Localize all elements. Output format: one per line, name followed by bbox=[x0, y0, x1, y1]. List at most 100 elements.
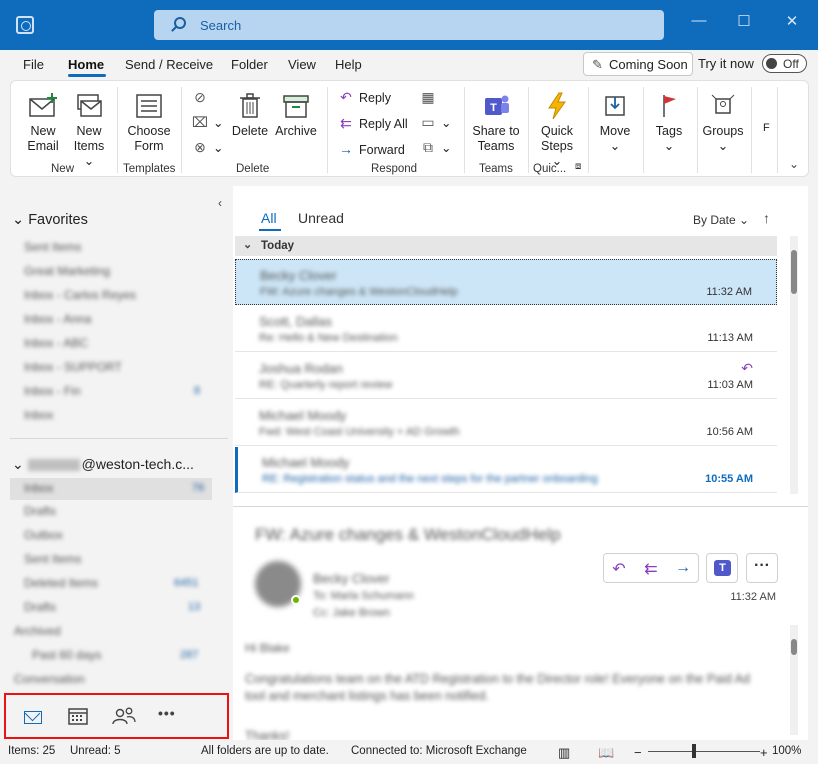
scrollbar-thumb[interactable] bbox=[791, 639, 797, 655]
message-time: 11:03 AM bbox=[707, 379, 753, 391]
folder-item[interactable]: Outbox bbox=[24, 528, 63, 542]
mail-icon[interactable] bbox=[24, 711, 42, 724]
folder-item[interactable]: Conversation bbox=[14, 672, 85, 686]
ribbon-overflow-label[interactable]: F bbox=[763, 121, 770, 136]
people-icon[interactable] bbox=[112, 707, 136, 725]
new-email-label-2: Email bbox=[27, 139, 59, 153]
folder-item[interactable]: Sent Items bbox=[24, 552, 81, 566]
folder-item[interactable]: Drafts bbox=[24, 600, 56, 614]
tab-send-receive[interactable]: Send / Receive bbox=[125, 57, 213, 72]
filter-tab-unread[interactable]: Unread bbox=[298, 210, 344, 226]
tab-folder[interactable]: Folder bbox=[231, 57, 268, 72]
close-icon[interactable]: ✕ bbox=[777, 12, 807, 30]
new-email-label-1: New bbox=[30, 124, 56, 138]
zoom-slider-thumb[interactable] bbox=[692, 744, 696, 758]
unread-count: 8 bbox=[194, 385, 201, 397]
delete-button[interactable]: Delete bbox=[231, 91, 269, 139]
list-item[interactable]: Joshua Rodan RE: Quarterly report review… bbox=[235, 353, 777, 399]
im-reply-button[interactable]: ▭ ⌄ bbox=[419, 114, 451, 131]
ribbon-expand-icon[interactable]: ⌄ bbox=[789, 157, 799, 171]
sort-direction-icon[interactable]: ↑ bbox=[763, 210, 770, 226]
more-respond-icon: ⧉ bbox=[423, 139, 433, 155]
new-items-button[interactable]: New Items ⌄ bbox=[71, 91, 107, 169]
maximize-icon[interactable]: ☐ bbox=[729, 12, 759, 30]
list-item[interactable]: Scott, Dallas Re: Hello & New Destinatio… bbox=[235, 306, 777, 352]
collapse-pane-icon[interactable]: ‹ bbox=[218, 196, 222, 210]
new-email-button[interactable]: New Email bbox=[25, 91, 61, 154]
sort-dropdown[interactable]: By Date ⌄ bbox=[693, 213, 749, 227]
folder-item[interactable]: Drafts bbox=[24, 504, 56, 518]
coming-soon-button[interactable]: ✎ Coming Soon bbox=[583, 52, 693, 76]
favorite-item[interactable]: Inbox - Fin bbox=[24, 384, 81, 398]
sender-name[interactable]: Becky Clover bbox=[313, 571, 390, 586]
message-list: All Unread By Date ⌄ ↑ ⌄ Today Becky Clo… bbox=[233, 186, 808, 506]
more-actions-button[interactable]: ··· bbox=[746, 553, 778, 583]
favorite-item[interactable]: Inbox - ABC bbox=[24, 336, 88, 350]
reading-view-icon[interactable]: 📖 bbox=[598, 745, 614, 761]
group-header[interactable]: ⌄ Today bbox=[235, 236, 777, 256]
reading-pane-scrollbar[interactable] bbox=[790, 625, 798, 735]
folder-item[interactable]: Archived bbox=[14, 624, 61, 638]
meeting-reply-button[interactable]: ▦ bbox=[419, 89, 441, 106]
favorite-item[interactable]: Sent Items bbox=[24, 240, 81, 254]
delete-label: Delete bbox=[231, 124, 269, 138]
share-to-teams-button[interactable]: T bbox=[706, 553, 738, 583]
folder-item[interactable]: Past 60 days bbox=[32, 648, 101, 662]
ignore-button[interactable]: ⊘ bbox=[191, 89, 213, 106]
search-input[interactable]: Search bbox=[200, 18, 241, 33]
masked-username bbox=[27, 459, 80, 472]
tab-help[interactable]: Help bbox=[335, 57, 362, 72]
folder-item-inbox[interactable]: Inbox bbox=[24, 481, 53, 495]
list-item[interactable]: Michael Moody Fwd: West Coast University… bbox=[235, 400, 777, 446]
nav-divider bbox=[10, 438, 228, 439]
favorite-item[interactable]: Great Marketing bbox=[24, 264, 110, 278]
archive-label: Archive bbox=[275, 124, 317, 138]
favorite-item[interactable]: Inbox - Anna bbox=[24, 312, 91, 326]
zoom-in-icon[interactable]: + bbox=[760, 745, 768, 760]
share-to-teams-button[interactable]: T Share to Teams bbox=[471, 91, 521, 154]
more-apps-icon[interactable]: ••• bbox=[158, 705, 176, 721]
favorite-item[interactable]: Inbox bbox=[24, 408, 53, 422]
favorite-item[interactable]: Inbox - Carlos Reyes bbox=[24, 288, 136, 302]
minimize-icon[interactable]: — bbox=[684, 12, 714, 29]
favorites-header[interactable]: ⌄ Favorites bbox=[12, 212, 88, 228]
im-icon: ▭ bbox=[421, 114, 435, 130]
quick-steps-button[interactable]: Quick Steps ⌄ bbox=[535, 91, 579, 169]
reply-all-icon[interactable]: ⇇ bbox=[636, 559, 666, 579]
folder-item[interactable]: Deleted Items bbox=[24, 576, 98, 590]
unread-count: Unread: 5 bbox=[70, 745, 121, 757]
forward-icon[interactable]: → bbox=[668, 559, 698, 577]
junk-button[interactable]: ⊗ ⌄ bbox=[191, 139, 223, 156]
move-button[interactable]: Move ⌄ bbox=[595, 91, 635, 154]
tags-button[interactable]: Tags ⌄ bbox=[649, 91, 689, 154]
scrollbar-thumb[interactable] bbox=[791, 250, 797, 294]
filter-tab-all[interactable]: All bbox=[261, 210, 277, 226]
normal-view-icon[interactable]: ▥ bbox=[558, 745, 570, 761]
trash-icon bbox=[240, 93, 260, 118]
message-list-scrollbar[interactable] bbox=[790, 236, 798, 494]
reply-all-button[interactable]: ⇇ Reply All bbox=[337, 115, 408, 132]
message-subject: Re: Hello & New Destination bbox=[259, 332, 398, 344]
new-outlook-toggle[interactable]: Off bbox=[762, 54, 807, 73]
reply-icon[interactable]: ↶ bbox=[604, 559, 634, 579]
tab-home[interactable]: Home bbox=[68, 57, 104, 72]
reply-button[interactable]: ↶ Reply bbox=[337, 89, 391, 106]
more-respond-button[interactable]: ⧉ ⌄ bbox=[419, 139, 451, 156]
zoom-slider[interactable] bbox=[648, 751, 760, 752]
clean-up-button[interactable]: ⌧ ⌄ bbox=[191, 114, 224, 131]
choose-form-button[interactable]: Choose Form bbox=[125, 91, 173, 154]
account-header[interactable]: ⌄ @weston-tech.c... bbox=[12, 456, 194, 473]
groups-button[interactable]: Groups ⌄ bbox=[701, 91, 745, 154]
calendar-icon[interactable] bbox=[68, 707, 88, 725]
forward-button[interactable]: → Forward bbox=[337, 141, 405, 157]
tab-view[interactable]: View bbox=[288, 57, 316, 72]
favorite-item[interactable]: Inbox - SUPPORT bbox=[24, 360, 122, 374]
tab-file[interactable]: File bbox=[23, 57, 44, 72]
archive-button[interactable]: Archive bbox=[273, 91, 319, 139]
search-box[interactable]: Search bbox=[154, 10, 664, 40]
zoom-out-icon[interactable]: − bbox=[634, 745, 642, 760]
list-item[interactable]: Becky Clover FW: Azure changes & WestonC… bbox=[235, 259, 777, 305]
active-filter-indicator bbox=[259, 229, 281, 231]
quick-steps-dialog-launcher-icon[interactable]: ⧈ bbox=[575, 161, 581, 172]
list-item[interactable]: Michael Moody RE: Registration status an… bbox=[235, 447, 777, 493]
